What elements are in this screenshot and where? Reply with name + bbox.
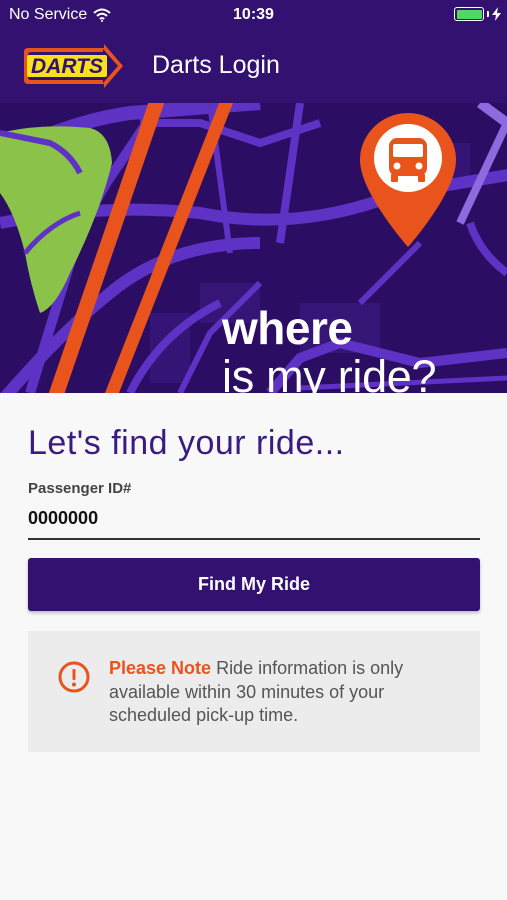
charging-icon xyxy=(492,7,501,21)
notice-text: Please Note Ride information is only ava… xyxy=(109,657,459,728)
darts-logo: DARTS xyxy=(24,44,123,88)
bus-pin-icon xyxy=(360,113,456,247)
hero-banner: where is my ride? xyxy=(0,103,507,393)
page-title: Darts Login xyxy=(152,51,280,79)
battery-icon xyxy=(454,7,484,21)
hero-headline: is my ride? xyxy=(222,351,437,393)
hero-headline-bold: where xyxy=(222,302,353,354)
passenger-id-label: Passenger ID# xyxy=(28,480,132,497)
notice-box: Please Note Ride information is only ava… xyxy=(28,631,480,752)
battery-tip xyxy=(487,11,489,17)
find-my-ride-button[interactable]: Find My Ride xyxy=(28,558,480,611)
nav-bar: DARTS Darts Login xyxy=(0,30,507,103)
app-header: No Service 10:39 DARTS Darts Login xyxy=(0,0,507,103)
alert-icon xyxy=(58,661,90,693)
passenger-id-input[interactable] xyxy=(28,499,480,540)
status-right xyxy=(454,7,501,21)
notice-strong: Please Note xyxy=(109,658,212,678)
form-heading: Let's find your ride... xyxy=(28,424,345,462)
status-bar: No Service 10:39 xyxy=(0,0,507,30)
clock: 10:39 xyxy=(233,6,274,23)
logo-text: DARTS xyxy=(31,55,103,78)
